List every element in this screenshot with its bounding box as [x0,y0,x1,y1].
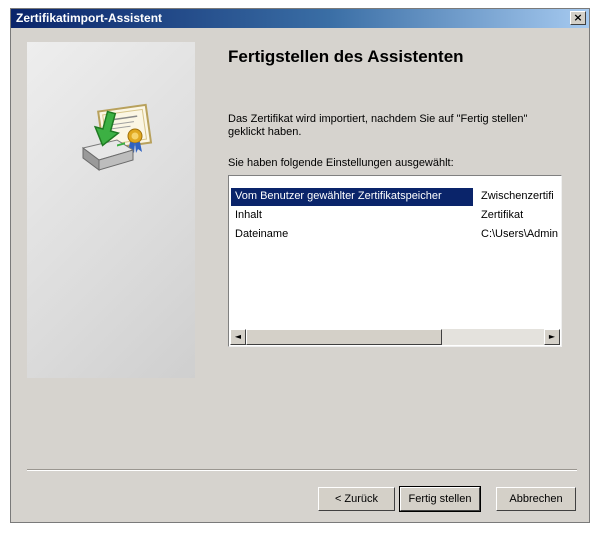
import-wizard-window: Zertifikatimport-Assistent × Fertigstell… [10,8,590,523]
setting-value: Zertifikat [481,209,524,221]
window-title: Zertifikatimport-Assistent [16,11,163,25]
scroll-thumb[interactable] [246,329,442,345]
list-item[interactable]: Inhalt Zertifikat [231,207,561,225]
setting-value: C:\Users\Admin [481,228,559,240]
setting-name: Vom Benutzer gewählter Zertifikatspeiche… [235,190,442,202]
list-item[interactable]: Vom Benutzer gewählter Zertifikatspeiche… [231,188,561,206]
finish-button[interactable]: Fertig stellen [399,486,481,512]
setting-value: Zwischenzertifi [481,190,554,202]
back-button[interactable]: < Zurück [318,487,395,511]
settings-listview[interactable]: Vom Benutzer gewählter Zertifikatspeiche… [228,175,562,347]
scroll-left-button[interactable]: ◄ [230,329,246,345]
setting-name: Dateiname [235,228,289,240]
setting-name: Inhalt [235,209,262,221]
button-divider [27,469,577,471]
scroll-right-button[interactable]: ► [544,329,560,345]
cancel-button[interactable]: Abbrechen [496,487,576,511]
settings-label: Sie haben folgende Einstellungen ausgewä… [228,157,454,169]
description-text: Das Zertifikat wird importiert, nachdem … [228,113,528,138]
page-title: Fertigstellen des Assistenten [228,47,464,66]
close-button[interactable]: × [570,11,586,25]
title-bar[interactable]: Zertifikatimport-Assistent × [11,9,589,28]
wizard-side-panel [27,42,195,378]
certificate-install-icon [81,103,153,171]
horizontal-scrollbar[interactable]: ◄ ► [230,329,560,345]
list-item[interactable]: Dateiname C:\Users\Admin [231,226,561,244]
